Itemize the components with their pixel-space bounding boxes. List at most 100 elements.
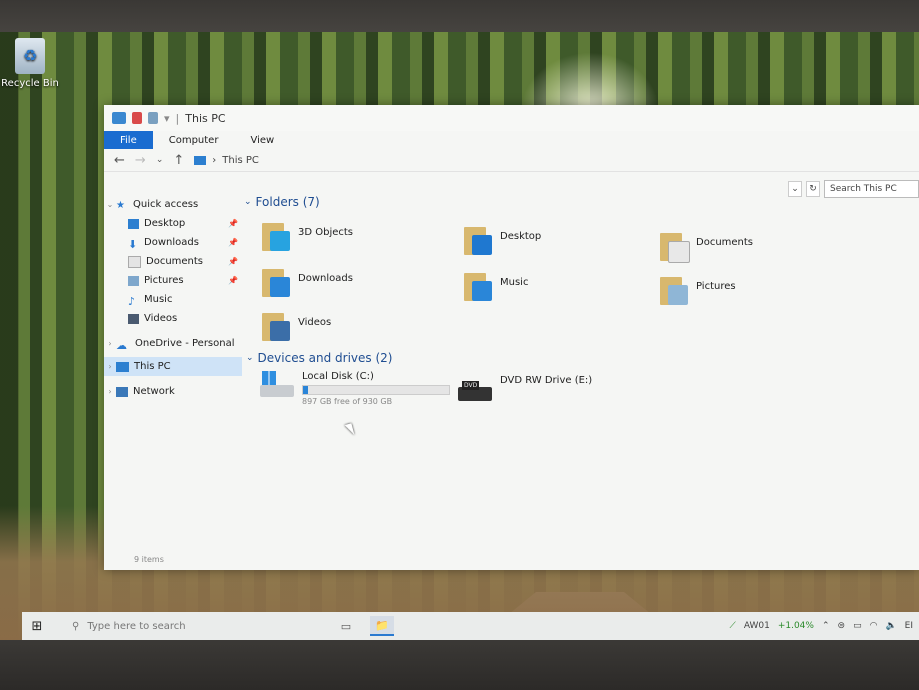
chevron-down-icon[interactable]: ⌄ — [244, 197, 252, 207]
folder-downloads[interactable]: Downloads — [262, 267, 353, 299]
sidebar-item-label: Documents — [146, 256, 204, 267]
windows-drive-icon — [260, 371, 294, 397]
recycle-bin-icon — [15, 38, 45, 74]
recent-dropdown-icon[interactable]: ⌄ — [156, 155, 164, 165]
pictures-folder-icon — [660, 275, 690, 307]
folder-videos[interactable]: Videos — [262, 311, 331, 343]
folders-header-label: Folders (7) — [255, 195, 320, 209]
computer-icon[interactable] — [112, 112, 126, 124]
folder-3d-objects[interactable]: 3D Objects — [262, 221, 353, 253]
downloads-folder-icon — [262, 267, 292, 299]
sidebar-item-this-pc[interactable]: › This PC — [104, 357, 242, 376]
breadcrumb-this-pc[interactable]: This PC — [222, 155, 259, 166]
chevron-down-icon[interactable]: ⌄ — [246, 353, 254, 363]
show-hidden-icons-icon[interactable]: ⌃ — [822, 621, 830, 631]
drive-free-space: 897 GB free of 930 GB — [302, 397, 393, 406]
tab-computer[interactable]: Computer — [153, 131, 235, 149]
pin-icon[interactable]: 📌 — [228, 238, 238, 247]
language-indicator[interactable]: EI — [905, 621, 913, 631]
title-separator: | — [175, 111, 180, 125]
qat-dropdown-icon[interactable]: ▾ — [164, 112, 170, 125]
folder-label: Videos — [298, 317, 332, 328]
breadcrumb-chevron-icon: › — [212, 154, 217, 166]
file-explorer-taskbar-icon[interactable]: 📁 — [370, 616, 394, 636]
drive-usage-bar — [302, 385, 450, 395]
pictures-icon — [128, 275, 139, 286]
tab-file[interactable]: File — [104, 131, 153, 149]
this-pc-mini-icon — [194, 155, 207, 165]
sidebar-item-label: Network — [133, 386, 175, 397]
laptop-bezel-bottom — [0, 640, 919, 690]
sidebar-item-documents[interactable]: Documents 📌 — [104, 252, 242, 271]
properties-icon[interactable] — [132, 112, 142, 124]
stock-ticker[interactable]: AW01 — [744, 621, 770, 631]
window-title: This PC — [185, 111, 226, 125]
folder-music[interactable]: Music — [464, 271, 528, 303]
music-folder-icon — [464, 271, 494, 303]
drive-label: Local Disk (C:) — [302, 371, 374, 382]
breadcrumb[interactable]: › This PC — [194, 155, 259, 166]
chevron-right-icon[interactable]: › — [104, 362, 116, 371]
new-folder-icon[interactable] — [148, 112, 158, 124]
folder-desktop[interactable]: Desktop — [464, 225, 541, 257]
documents-icon — [128, 255, 141, 268]
sidebar-item-onedrive[interactable]: › ☁ OneDrive - Personal — [104, 334, 242, 353]
sidebar-item-label: This PC — [134, 361, 171, 372]
folder-label: Music — [500, 277, 529, 288]
computer-icon — [116, 361, 129, 372]
desktop-folder-icon — [464, 225, 494, 257]
folder-label: Pictures — [696, 281, 736, 292]
sidebar-item-label: Pictures — [144, 275, 184, 286]
address-bar: ← → ⌄ ↑ › This PC — [104, 149, 919, 172]
stock-chart-icon: ⟋ — [729, 621, 736, 631]
pin-icon[interactable]: 📌 — [228, 257, 238, 266]
drive-local-disk-c[interactable]: Local Disk (C:) 897 GB free of 930 GB — [260, 371, 450, 406]
network-tray-icon[interactable]: ⊜ — [838, 621, 846, 631]
folders-group-header[interactable]: ⌄ Folders (7) — [244, 195, 320, 209]
search-icon: ⚲ — [72, 620, 80, 632]
sidebar-item-network[interactable]: › Network — [104, 382, 242, 401]
devices-group-header[interactable]: ⌄ Devices and drives (2) — [246, 351, 392, 365]
taskbar: ⊞ ⚲ Type here to search ▭ 📁 ⟋ AW01 +1.04… — [22, 612, 919, 640]
folder-label: Documents — [696, 237, 754, 248]
chevron-right-icon[interactable]: › — [104, 387, 116, 396]
task-view-icon[interactable]: ▭ — [334, 617, 358, 635]
status-bar-item-count: 9 items — [134, 555, 164, 564]
tab-view[interactable]: View — [234, 131, 290, 149]
windows-start-icon[interactable]: ⊞ — [22, 619, 52, 634]
up-arrow-icon[interactable]: ↑ — [173, 153, 184, 168]
quick-access[interactable]: ⌄ ★ Quick access — [104, 195, 242, 214]
taskbar-search-box[interactable]: ⚲ Type here to search — [52, 621, 272, 632]
drive-label: DVD RW Drive (E:) — [500, 375, 593, 386]
cloud-icon: ☁ — [116, 338, 127, 352]
drive-usage-fill — [303, 386, 309, 394]
pin-icon[interactable]: 📌 — [228, 276, 238, 285]
chevron-down-icon[interactable]: ⌄ — [104, 200, 116, 209]
sidebar-item-label: Music — [144, 294, 173, 305]
folder-documents[interactable]: Documents — [660, 231, 753, 263]
navigation-pane: ⌄ ★ Quick access Desktop 📌 ⬇ Downloads 📌… — [104, 195, 242, 540]
recycle-bin-shortcut[interactable]: Recycle Bin — [0, 38, 60, 89]
sidebar-item-downloads[interactable]: ⬇ Downloads 📌 — [104, 233, 242, 252]
battery-icon[interactable]: ▭ — [853, 621, 862, 631]
sidebar-item-desktop[interactable]: Desktop 📌 — [104, 214, 242, 233]
chevron-right-icon[interactable]: › — [104, 339, 116, 348]
sidebar-item-label: Videos — [144, 313, 178, 324]
3d-objects-icon — [262, 221, 292, 253]
download-icon: ⬇ — [128, 237, 138, 251]
sidebar-item-pictures[interactable]: Pictures 📌 — [104, 271, 242, 290]
drive-dvd-e[interactable]: DVD DVD RW Drive (E:) — [458, 375, 592, 401]
folder-pictures[interactable]: Pictures — [660, 275, 736, 307]
sidebar-item-videos[interactable]: Videos — [104, 309, 242, 328]
sidebar-item-label: Downloads — [144, 237, 199, 248]
volume-icon[interactable]: 🔈 — [885, 621, 896, 631]
file-explorer-window: ▾ | This PC File Computer View ← → ⌄ ↑ ›… — [104, 105, 919, 570]
sidebar-item-label: Desktop — [144, 218, 186, 229]
pin-icon[interactable]: 📌 — [228, 219, 238, 228]
sidebar-item-music[interactable]: ♪ Music — [104, 290, 242, 309]
desktop-icon — [128, 218, 139, 229]
forward-arrow-icon[interactable]: → — [135, 153, 146, 168]
wifi-icon[interactable]: ◠ — [870, 621, 878, 631]
back-arrow-icon[interactable]: ← — [114, 153, 125, 168]
system-tray: ⟋ AW01 +1.04% ⌃ ⊜ ▭ ◠ 🔈 EI — [730, 621, 919, 631]
